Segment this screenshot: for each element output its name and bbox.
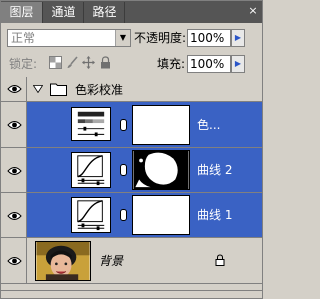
tab-layers[interactable]: 图层 [1,2,43,23]
lock-label: 锁定: [9,57,38,71]
layer-mask-thumbnail [132,195,190,235]
panel-bottom-bar [1,290,262,298]
eye-icon [7,257,22,265]
visibility-toggle[interactable] [1,77,27,101]
lock-move-icon[interactable] [82,56,95,69]
layer-group-row[interactable]: 色彩校准 [1,77,262,102]
fill-slider-arrow-icon[interactable]: ▶ [231,55,245,73]
opacity-input[interactable]: 100% [187,29,231,47]
curves-adjustment-icon [71,152,111,188]
lock-brush-icon[interactable] [66,56,79,69]
tab-paths[interactable]: 路径 [85,2,125,23]
opacity-slider-arrow-icon[interactable]: ▶ [231,29,245,47]
visibility-toggle[interactable] [1,193,27,237]
layer-name: 曲线 2 [197,163,233,177]
fill-label: 填充: [157,57,186,71]
eye-icon [7,85,22,93]
link-icon [120,164,127,176]
blend-mode-value: 正常 [11,31,36,45]
eye-icon [7,167,22,175]
layer-row-curves-1[interactable]: 曲线 1 [1,193,262,238]
lock-transparent-icon[interactable] [49,56,62,69]
layers-panel: 图层 通道 路径 × 正常 ▼ 不透明度: 100% ▶ 锁定: 填充: 100… [0,0,263,299]
eye-icon [7,212,22,220]
link-icon [120,119,127,131]
channel-mixer-adjustment-icon [71,107,111,141]
expand-triangle-icon[interactable] [33,85,43,93]
link-icon [120,209,127,221]
layer-row-background[interactable]: 背景 [1,238,262,284]
group-name: 色彩校准 [75,83,124,97]
layer-row-channel-mixer[interactable]: 色... [1,102,262,148]
tab-bar: 图层 通道 路径 × [1,1,262,23]
visibility-toggle[interactable] [1,102,27,147]
layer-mask-thumbnail [132,150,190,190]
layers-list: 色彩校准 色... 曲线 2 曲线 1 背景 [1,77,262,291]
layer-name: 曲线 1 [197,208,233,222]
eye-icon [7,121,22,129]
layer-name: 背景 [99,254,124,268]
visibility-toggle[interactable] [1,238,27,283]
curves-adjustment-icon [71,197,111,233]
close-icon[interactable]: × [246,4,260,18]
lock-all-icon[interactable] [99,56,112,69]
visibility-toggle[interactable] [1,148,27,192]
fill-input[interactable]: 100% [187,55,231,73]
layer-mask-thumbnail [132,105,190,145]
layer-row-curves-2[interactable]: 曲线 2 [1,148,262,193]
folder-icon [50,83,67,96]
chevron-down-icon[interactable]: ▼ [115,30,130,46]
tab-channels[interactable]: 通道 [44,2,84,23]
blend-mode-select[interactable]: 正常 ▼ [7,29,131,47]
opacity-label: 不透明度: [134,31,187,45]
background-image-thumbnail [35,241,91,281]
lock-icon [215,254,225,266]
layer-name: 色... [197,118,221,132]
